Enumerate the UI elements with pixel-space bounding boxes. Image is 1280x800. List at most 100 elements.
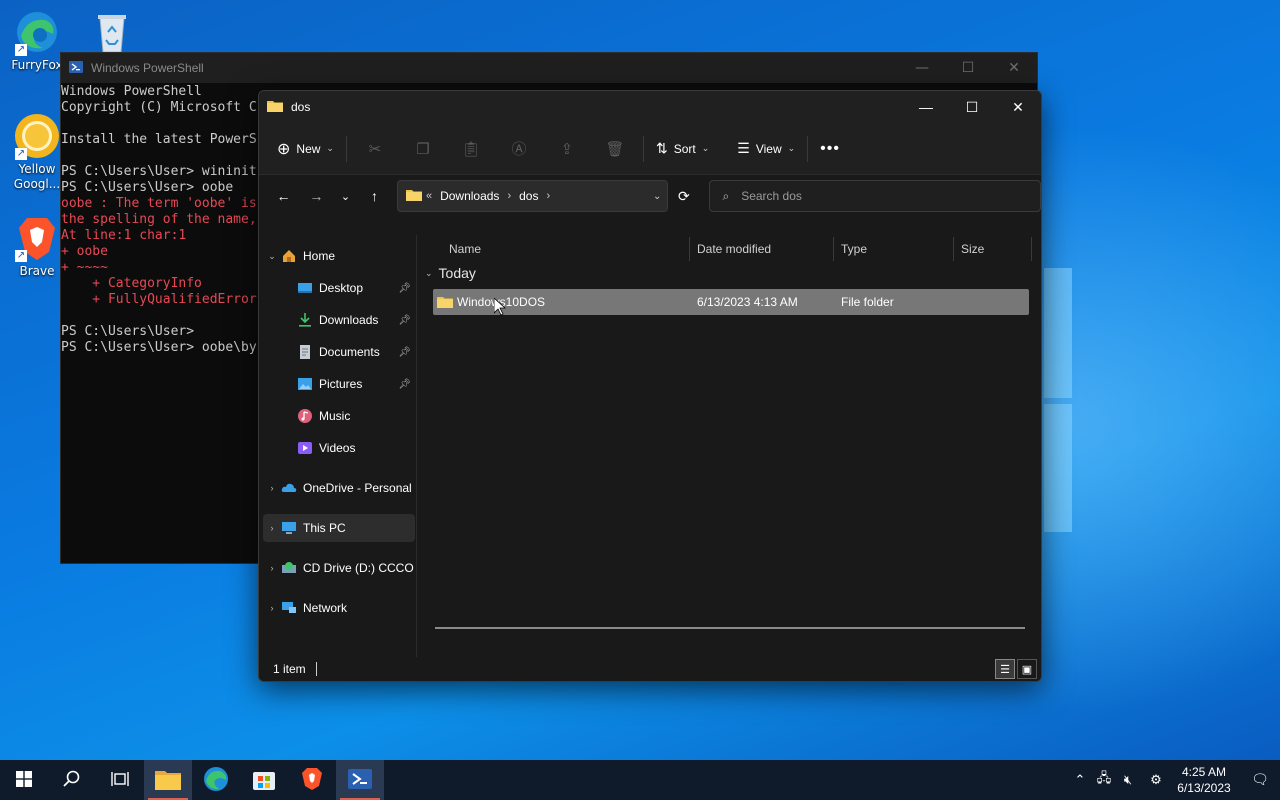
desktop-icon (297, 280, 313, 296)
search-box[interactable]: ⌕ (709, 180, 1041, 212)
maximize-button[interactable]: ☐ (949, 91, 995, 123)
rename-icon[interactable]: Ⓐ (495, 133, 543, 165)
desktop-icon-yellow-google[interactable]: ↗ Yellow Googl... (6, 112, 68, 192)
network-status-icon[interactable]: 🖧︎ (1092, 769, 1116, 791)
column-size[interactable]: Size (953, 235, 984, 263)
chevron-right-icon[interactable]: › (263, 523, 281, 533)
taskbar-edge[interactable] (192, 760, 240, 800)
nav-item-this-pc[interactable]: › This PC (263, 514, 415, 542)
cut-icon[interactable]: ✂ (351, 133, 399, 165)
chevron-up-icon[interactable]: ⌃ (1068, 773, 1092, 788)
minimize-button[interactable]: — (899, 60, 945, 76)
nav-item-downloads[interactable]: Downloads 📌︎ (263, 306, 415, 334)
music-icon (297, 408, 313, 424)
up-button[interactable]: ↑ (358, 181, 391, 211)
console-error-line: the spelling of the name, (61, 212, 257, 227)
sort-button[interactable]: ⇅ Sort ⌄ (648, 133, 717, 165)
taskbar-file-explorer[interactable] (144, 760, 192, 800)
close-button[interactable]: ✕ (995, 91, 1041, 123)
taskbar-powershell[interactable] (336, 760, 384, 800)
address-dropdown-icon[interactable]: ⌄ (653, 191, 661, 202)
chevron-right-icon[interactable]: › (263, 603, 281, 613)
nav-item-onedrive[interactable]: › OneDrive - Personal (263, 474, 415, 502)
view-button[interactable]: ☰ View ⌄ (729, 133, 803, 165)
back-button[interactable]: ← (267, 181, 300, 211)
nav-item-desktop[interactable]: Desktop 📌︎ (263, 274, 415, 302)
chevron-down-icon: ⌄ (326, 143, 334, 153)
new-label: New (296, 141, 321, 156)
powershell-titlebar[interactable]: Windows PowerShell — ☐ ✕ (61, 53, 1037, 83)
taskbar-brave[interactable] (288, 760, 336, 800)
start-button[interactable] (0, 760, 48, 800)
desktop-icon-recycle-bin[interactable] (82, 8, 142, 58)
tiles-view-icon[interactable]: ▣ (1017, 659, 1037, 679)
brave-browser-icon (301, 767, 323, 794)
console-line: Windows PowerShell (61, 84, 202, 99)
search-button[interactable] (48, 760, 96, 800)
desktop-icon-brave[interactable]: ↗ Brave (6, 214, 68, 279)
minimize-button[interactable]: — (903, 91, 949, 123)
taskbar-store[interactable] (240, 760, 288, 800)
nav-item-pictures[interactable]: Pictures 📌︎ (263, 370, 415, 398)
nav-item-documents[interactable]: Documents 📌︎ (263, 338, 415, 366)
volume-muted-icon[interactable]: 🔇︎ (1116, 773, 1140, 788)
pin-icon: 📌︎ (398, 314, 411, 326)
task-view-button[interactable] (96, 760, 144, 800)
column-divider[interactable] (1031, 237, 1032, 261)
nav-item-cd-drive[interactable]: › CD Drive (D:) CCCO (263, 554, 415, 582)
nav-item-label: Home (303, 249, 336, 263)
nav-item-label: Music (319, 409, 351, 423)
brave-browser-icon: ↗ (13, 214, 61, 262)
column-date-modified[interactable]: Date modified (689, 235, 771, 263)
refresh-button[interactable]: ⟳ (670, 181, 697, 211)
horizontal-scrollbar[interactable] (435, 627, 1025, 629)
toolbar-divider (345, 135, 347, 162)
column-name[interactable]: Name (441, 235, 481, 263)
search-input[interactable] (741, 189, 1022, 203)
column-headers: Name Date modified Type Size (419, 235, 1041, 263)
nav-item-videos[interactable]: Videos (263, 434, 415, 462)
chevron-right-icon[interactable]: › (263, 483, 281, 493)
file-row[interactable]: Windows10DOS 6/13/2023 4:13 AM File fold… (433, 289, 1029, 315)
address-overflow[interactable]: « (426, 190, 432, 202)
more-options-button[interactable]: ••• (812, 133, 848, 165)
chevron-right-icon[interactable]: › (263, 563, 281, 573)
file-explorer-window[interactable]: dos — ☐ ✕ ⊕ New ⌄ ✂ ❐ 📋︎ Ⓐ ⇪ 🗑︎ ⇅ Sort ⌄… (258, 90, 1042, 682)
copy-icon[interactable]: ❐ (399, 133, 447, 165)
nav-item-network[interactable]: › Network (263, 594, 415, 622)
nav-item-label: Network (303, 601, 348, 615)
chevron-down-icon[interactable]: ⌄ (425, 268, 433, 279)
column-type[interactable]: Type (833, 235, 867, 263)
status-bar: 1 item ☰ ▣ (259, 657, 1041, 681)
taskbar-clock[interactable]: 4:25 AM 6/13/2023 (1168, 764, 1240, 796)
chevron-down-icon[interactable]: ⌄ (263, 251, 281, 262)
recent-locations-button[interactable]: ⌄ (333, 181, 358, 211)
file-list[interactable]: Name Date modified Type Size ⌄ Today Win… (419, 235, 1041, 659)
address-bar[interactable]: « Downloads › dos › ⌄ (396, 180, 669, 212)
documents-icon (297, 344, 313, 360)
details-view-icon[interactable]: ☰ (995, 659, 1015, 679)
breadcrumb-downloads[interactable]: Downloads (440, 189, 499, 203)
chevron-right-icon[interactable]: › (507, 190, 511, 202)
toolbar-divider (642, 135, 644, 162)
nav-item-music[interactable]: Music (263, 402, 415, 430)
maximize-button[interactable]: ☐ (945, 60, 991, 76)
delete-icon[interactable]: 🗑︎ (591, 133, 639, 165)
close-button[interactable]: ✕ (991, 60, 1037, 76)
group-header-today[interactable]: ⌄ Today (425, 265, 476, 281)
desktop-icon-furryfox[interactable]: ↗ FurryFox (6, 8, 68, 73)
paste-icon[interactable]: 📋︎ (447, 133, 495, 165)
notification-center-icon[interactable]: 🗨︎ (1240, 772, 1280, 788)
forward-button[interactable]: → (300, 181, 333, 211)
onedrive-icon (281, 480, 297, 496)
toolbar-divider (807, 135, 809, 162)
chevron-right-icon[interactable]: › (546, 190, 550, 202)
console-error-line: oobe : The term 'oobe' is (61, 196, 257, 211)
share-icon[interactable]: ⇪ (543, 133, 591, 165)
breadcrumb-dos[interactable]: dos (519, 189, 538, 203)
explorer-titlebar[interactable]: dos — ☐ ✕ (259, 91, 1041, 123)
gear-icon[interactable]: ⚙ (1144, 773, 1168, 788)
nav-item-home[interactable]: ⌄ Home (263, 242, 415, 270)
navigation-pane[interactable]: ⌄ Home Desktop 📌︎ Downloads 📌︎ Documents (259, 235, 417, 659)
new-button[interactable]: ⊕ New ⌄ (269, 133, 342, 165)
